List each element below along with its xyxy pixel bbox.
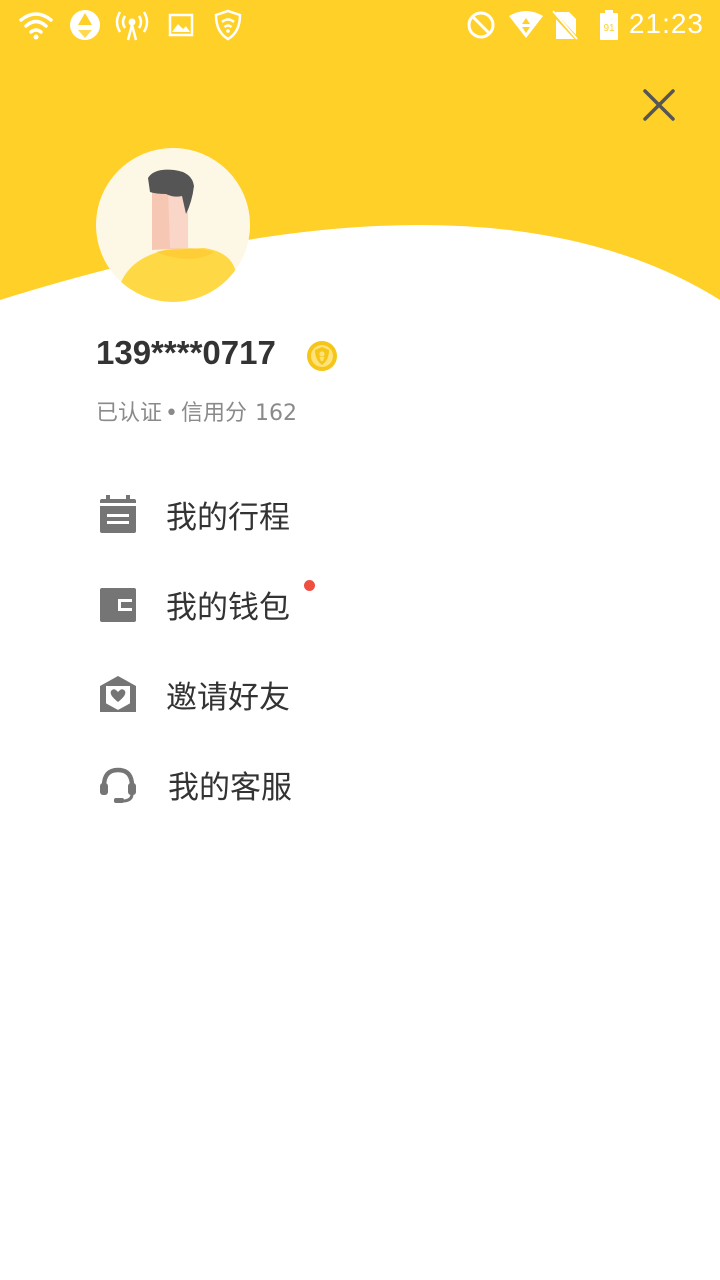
sync-icon: [70, 10, 100, 40]
notification-dot: [304, 580, 315, 591]
verified-label: 已认证: [96, 401, 163, 426]
status-bar: 91 21:23: [0, 0, 720, 50]
menu-label-invite-friends: 邀请好友: [166, 680, 290, 716]
menu-label-my-wallet: 我的钱包: [166, 590, 290, 626]
avatar[interactable]: [96, 148, 250, 302]
menu-item-my-trips[interactable]: 我的行程: [96, 478, 636, 548]
profile-drawer: 91 21:23 139****0717 已认证 • 信用分 162 我的行程 …: [0, 0, 720, 1280]
close-button[interactable]: [636, 82, 682, 128]
menu-item-invite-friends[interactable]: 邀请好友: [96, 658, 636, 728]
no-disturb-icon: [467, 11, 495, 39]
invite-heart-icon: [100, 676, 136, 712]
battery-icon: 91: [600, 10, 618, 40]
battery-level: 91: [603, 23, 615, 34]
status-time: 21:23: [628, 8, 704, 39]
calendar-icon: [100, 495, 136, 533]
no-sim-icon: [550, 10, 580, 42]
credit-info: 已认证 • 信用分 162: [96, 395, 297, 427]
menu-label-customer-service: 我的客服: [168, 770, 292, 806]
wallet-icon: [100, 588, 136, 622]
signal-icon: [509, 11, 543, 38]
avatar-illustration: [96, 148, 250, 302]
shield-icon: [214, 9, 242, 41]
menu-item-my-wallet[interactable]: 我的钱包: [96, 568, 636, 638]
menu-label-my-trips: 我的行程: [166, 500, 290, 536]
image-icon: [168, 13, 194, 37]
menu-item-customer-service[interactable]: 我的客服: [96, 748, 636, 818]
user-phone: 139****0717: [96, 334, 276, 371]
headset-icon: [100, 767, 136, 803]
separator-dot: •: [165, 401, 178, 426]
wifi-icon: [19, 12, 53, 40]
close-icon: [643, 89, 675, 121]
verified-badge-icon: [307, 341, 337, 371]
credit-score: 162: [255, 401, 298, 426]
credit-label: 信用分: [181, 401, 248, 426]
hotspot-icon: [115, 11, 149, 41]
